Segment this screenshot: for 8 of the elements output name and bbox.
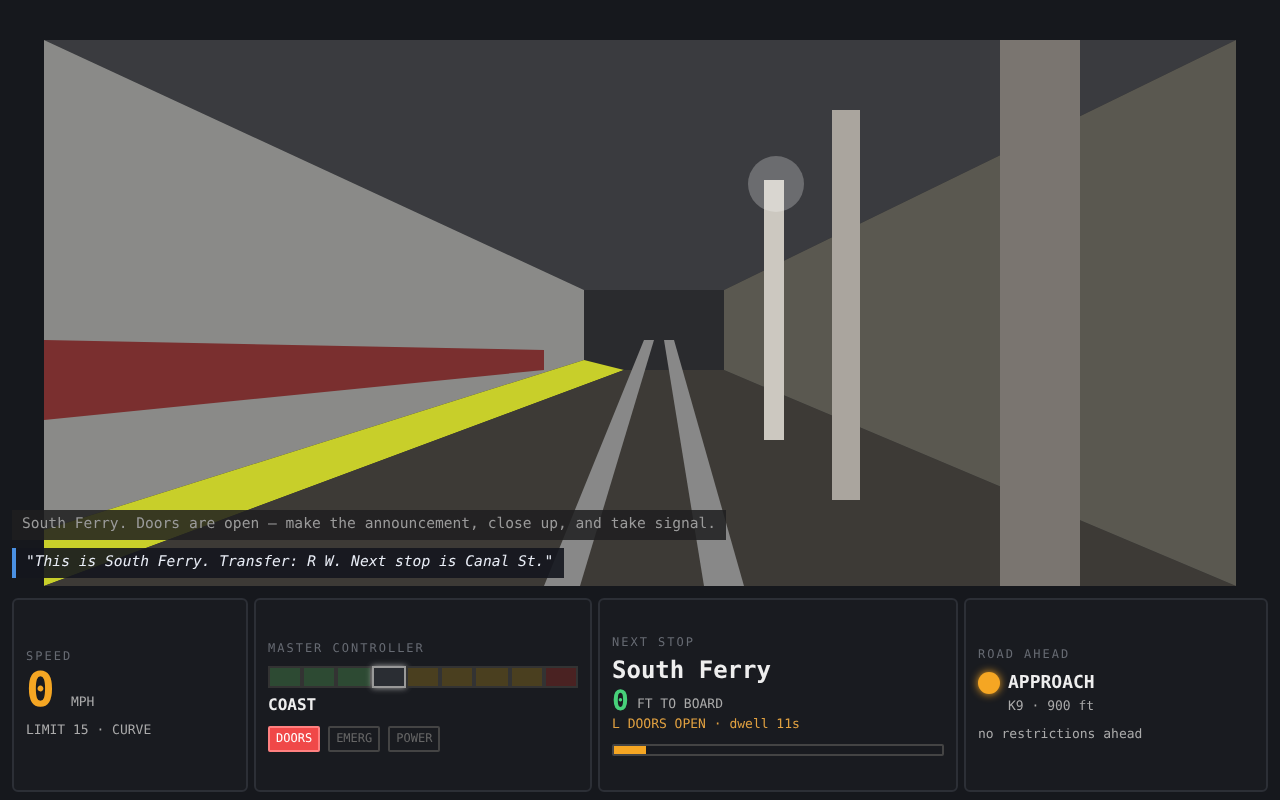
controller-notch[interactable]: [336, 665, 372, 687]
controller-notch[interactable]: [371, 665, 406, 687]
controller-position: COAST: [268, 693, 319, 717]
station-name: South Ferry: [612, 654, 773, 689]
signal-aspect: APPROACH: [1008, 671, 1095, 697]
distance-value: 0: [612, 688, 629, 717]
controller-notch[interactable]: [405, 665, 441, 687]
speed-value: 0: [26, 666, 55, 715]
